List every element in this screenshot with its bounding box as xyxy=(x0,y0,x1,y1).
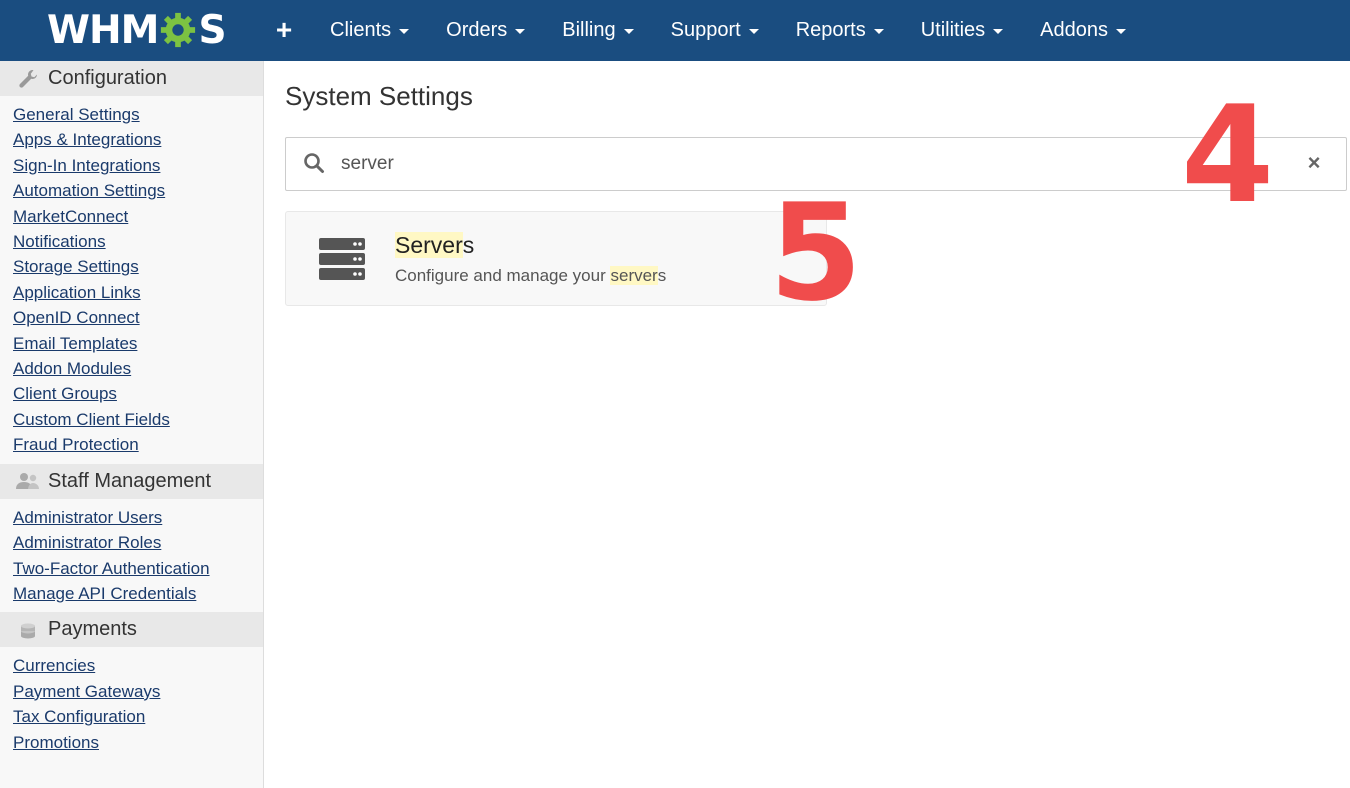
search-icon xyxy=(304,153,324,173)
quick-add-plus-icon[interactable]: + xyxy=(273,14,295,46)
nav-reports-label: Reports xyxy=(795,19,866,41)
sidebar-link-payment-gateways[interactable]: Payment Gateways xyxy=(13,679,263,704)
annotation-step-5: 5 xyxy=(769,175,863,331)
caret-down-icon xyxy=(748,29,759,34)
sidebar-link-administrator-roles[interactable]: Administrator Roles xyxy=(13,530,263,555)
sidebar-section-title: Staff Management xyxy=(48,469,212,492)
nav-orders-label: Orders xyxy=(446,19,508,41)
clear-search-icon[interactable]: × xyxy=(1303,150,1325,176)
whmcs-logo[interactable]: WHM S xyxy=(47,7,227,53)
nav-support[interactable]: Support xyxy=(671,19,759,42)
caret-down-icon xyxy=(515,29,526,34)
nav-orders[interactable]: Orders xyxy=(446,19,526,42)
sidebar-link-sign-in-integrations[interactable]: Sign-In Integrations xyxy=(13,153,263,178)
nav-support-label: Support xyxy=(670,19,741,41)
top-navbar: WHM S + Clients Orders Billing Support R… xyxy=(0,0,1350,61)
sidebar-link-tax-configuration[interactable]: Tax Configuration xyxy=(13,704,263,729)
result-description: Configure and manage your servers xyxy=(395,266,666,286)
nav-billing[interactable]: Billing xyxy=(562,19,634,42)
sidebar-link-marketconnect[interactable]: MarketConnect xyxy=(13,204,263,229)
logo-text-prefix: WHM xyxy=(47,7,159,53)
sidebar-link-addon-modules[interactable]: Addon Modules xyxy=(13,356,263,381)
sidebar-link-notifications[interactable]: Notifications xyxy=(13,229,263,254)
sidebar-link-custom-client-fields[interactable]: Custom Client Fields xyxy=(13,407,263,432)
desc-post: s xyxy=(657,266,667,285)
sidebar-link-two-factor-authentication[interactable]: Two-Factor Authentication xyxy=(13,556,263,581)
gear-icon xyxy=(161,12,196,48)
sidebar-link-fraud-protection[interactable]: Fraud Protection xyxy=(13,432,263,457)
sidebar-link-email-templates[interactable]: Email Templates xyxy=(13,331,263,356)
nav-utilities[interactable]: Utilities xyxy=(920,19,1004,42)
desc-pre: Configure and manage your xyxy=(395,266,611,285)
nav-addons-label: Addons xyxy=(1040,19,1109,41)
sidebar-section-title: Configuration xyxy=(48,67,167,89)
caret-down-icon xyxy=(993,29,1004,34)
result-card-servers[interactable]: Servers Configure and manage your server… xyxy=(285,211,827,306)
sidebar-section-configuration: Configuration xyxy=(0,61,263,96)
caret-down-icon xyxy=(873,29,884,34)
sidebar-link-administrator-users[interactable]: Administrator Users xyxy=(13,505,263,530)
configuration-links: General Settings Apps & Integrations Sig… xyxy=(0,96,263,464)
nav-billing-label: Billing xyxy=(562,19,616,41)
sidebar-link-openid-connect[interactable]: OpenID Connect xyxy=(13,305,263,330)
staff-links: Administrator Users Administrator Roles … xyxy=(0,499,263,613)
sidebar-link-manage-api-credentials[interactable]: Manage API Credentials xyxy=(13,581,263,606)
nav-clients[interactable]: Clients xyxy=(330,19,410,42)
server-icon xyxy=(319,238,365,280)
sidebar-link-application-links[interactable]: Application Links xyxy=(13,280,263,305)
nav-reports[interactable]: Reports xyxy=(796,19,884,42)
sidebar-link-apps-integrations[interactable]: Apps & Integrations xyxy=(13,127,263,152)
sidebar-section-payments: Payments xyxy=(0,612,263,648)
result-title: Servers xyxy=(395,232,474,259)
main-nav: Clients Orders Billing Support Reports U… xyxy=(330,0,1163,61)
nav-utilities-label: Utilities xyxy=(920,19,986,41)
sidebar: Configuration General Settings Apps & In… xyxy=(0,61,264,788)
sidebar-link-general-settings[interactable]: General Settings xyxy=(13,102,263,127)
nav-clients-label: Clients xyxy=(330,19,392,41)
payments-links: Currencies Payment Gateways Tax Configur… xyxy=(0,647,263,761)
caret-down-icon xyxy=(1116,29,1127,34)
sidebar-link-client-groups[interactable]: Client Groups xyxy=(13,381,263,406)
wrench-icon xyxy=(16,69,40,89)
coins-icon xyxy=(16,620,40,640)
users-icon xyxy=(16,471,40,491)
sidebar-link-currencies[interactable]: Currencies xyxy=(13,653,263,678)
title-highlight: Server xyxy=(395,232,463,258)
logo-text-suffix: S xyxy=(198,7,226,53)
sidebar-link-storage-settings[interactable]: Storage Settings xyxy=(13,254,263,279)
sidebar-link-automation-settings[interactable]: Automation Settings xyxy=(13,178,263,203)
caret-down-icon xyxy=(623,29,634,34)
caret-down-icon xyxy=(399,29,410,34)
sidebar-link-promotions[interactable]: Promotions xyxy=(13,730,263,755)
annotation-step-4: 4 xyxy=(1181,77,1275,233)
page-title: System Settings xyxy=(285,81,473,111)
nav-addons[interactable]: Addons xyxy=(1040,19,1127,42)
sidebar-section-title: Payments xyxy=(48,618,137,641)
desc-highlight: server xyxy=(610,266,658,285)
title-rest: s xyxy=(462,232,475,258)
sidebar-section-staff: Staff Management xyxy=(0,463,263,499)
